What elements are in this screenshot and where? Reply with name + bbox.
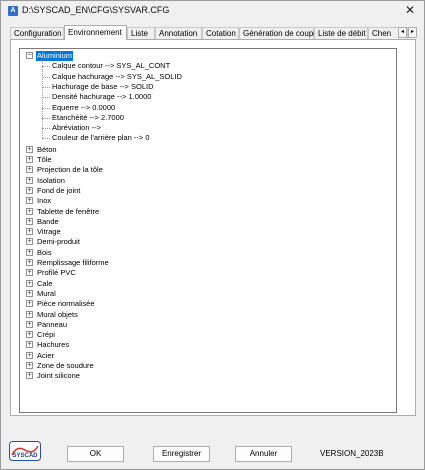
tree-connector-line	[42, 117, 50, 119]
tree-node-label: Vitrage	[37, 227, 61, 237]
tree-connector-line	[42, 128, 50, 130]
tree-node-label: Demi-produit	[37, 237, 80, 247]
expand-icon[interactable]: +	[26, 156, 33, 163]
expand-icon[interactable]: +	[26, 341, 33, 349]
dialog-window: A D:\SYSCAD_EN\CFG\SYSVAR.CFG ✕ Configur…	[0, 0, 425, 470]
tab-strip: Configuration Environnement Liste Annotatio…	[10, 25, 416, 40]
tree-connector-line	[42, 107, 50, 109]
expand-icon[interactable]: +	[26, 362, 33, 369]
expand-icon[interactable]: +	[26, 145, 33, 153]
tab-scroll-left-button[interactable]: ◂	[398, 27, 407, 38]
tree-node-label: Hachures	[37, 340, 70, 350]
tree-connector-line	[42, 76, 50, 78]
expand-icon[interactable]: +	[26, 248, 33, 256]
tree-node-label: Remplissage filiforme	[37, 258, 109, 267]
expand-icon[interactable]: +	[26, 269, 33, 277]
close-button[interactable]: ✕	[403, 3, 417, 17]
expand-icon[interactable]: +	[26, 372, 33, 380]
tree-leaf-property[interactable]: Abréviation -->	[52, 123, 101, 133]
material-tree[interactable]: − Aluminium Calque contour --> SYS_AL_CONT…	[19, 48, 397, 413]
title-bar: A D:\SYSCAD_EN\CFG\SYSVAR.CFG ✕	[1, 1, 424, 21]
expand-icon[interactable]: +	[26, 217, 33, 225]
tree-node-label: Joint silicone	[37, 371, 80, 381]
tree-connector-line	[42, 138, 50, 140]
app-icon: A	[8, 6, 18, 16]
tree-node-label: Mural	[37, 288, 56, 298]
expand-icon[interactable]: +	[26, 238, 33, 246]
expand-icon[interactable]: +	[26, 207, 33, 215]
tree-node-label: Pièce normalisée	[37, 299, 95, 309]
expand-icon[interactable]: +	[26, 259, 33, 266]
expand-icon[interactable]: +	[26, 176, 33, 184]
expand-icon[interactable]: +	[26, 197, 33, 205]
tree-node-label: Tôle	[37, 155, 52, 164]
tree-node-label: Mural objets	[37, 309, 78, 319]
tree-node-label: Bois	[37, 247, 52, 257]
window-title: D:\SYSCAD_EN\CFG\SYSVAR.CFG	[22, 5, 170, 15]
tree-node-label: Isolation	[37, 175, 65, 185]
expand-icon[interactable]: +	[26, 351, 33, 359]
expand-icon[interactable]: +	[26, 186, 33, 194]
tree-connector-line	[42, 97, 50, 99]
expand-icon[interactable]: +	[26, 310, 33, 318]
save-button[interactable]: Enregistrer	[153, 446, 210, 462]
tree-connector-line	[42, 60, 43, 139]
expand-icon[interactable]: +	[26, 331, 33, 339]
ok-button[interactable]: OK	[67, 446, 124, 462]
tree-node-label: Panneau	[37, 319, 68, 329]
tab-scroll-right-button[interactable]: ▸	[408, 27, 417, 38]
tree-leaf-property[interactable]: Etanchéité --> 2.7000	[52, 113, 124, 123]
logo-text: SYSCAD	[12, 453, 38, 459]
expand-icon[interactable]: +	[26, 166, 33, 174]
tree-leaf-property[interactable]: Calque contour --> SYS_AL_CONT	[52, 61, 170, 71]
tree-node-label: Projection de la tôle	[37, 165, 103, 175]
tree-node-label: Béton	[37, 144, 57, 154]
tree-node-label: Inox	[37, 196, 52, 206]
expand-icon[interactable]: +	[26, 289, 33, 297]
tree-node-label: Crépi	[37, 330, 55, 340]
tree-leaf-property[interactable]: Calque hachurage --> SYS_AL_SOLID	[52, 72, 182, 82]
expand-icon[interactable]: +	[26, 300, 33, 308]
tree-node-label: Acier	[37, 350, 55, 360]
tree-leaf-property[interactable]: Hachurage de base --> SOLID	[52, 82, 154, 92]
tree-leaf-property[interactable]: Densité hachurage --> 1.0000	[52, 92, 151, 102]
expand-icon[interactable]: +	[26, 228, 33, 236]
expand-icon[interactable]: +	[26, 279, 33, 287]
tree-node-label: Profilé PVC	[37, 268, 76, 278]
tree-connector-line	[42, 86, 50, 88]
cancel-button[interactable]: Annuler	[235, 446, 292, 462]
syscad-logo: SYSCAD	[9, 441, 41, 461]
tree-leaf-property[interactable]: Equerre --> 0.0000	[52, 103, 115, 113]
collapse-icon[interactable]: −	[26, 52, 33, 59]
tree-connector-line	[42, 66, 50, 68]
tree-node-label: Tablette de fenêtre	[37, 206, 100, 216]
tab-1[interactable]: Environnement	[64, 25, 127, 40]
tree-node-label: Zone de soudure	[37, 361, 94, 370]
tree-node-label: Cale	[37, 278, 53, 288]
tree-node-label: Fond de joint	[37, 185, 81, 195]
expand-icon[interactable]: +	[26, 320, 33, 328]
tree-leaf-property[interactable]: Couleur de l'arrière plan --> 0	[52, 133, 150, 143]
tree-node-label: Bande	[37, 216, 59, 226]
version-label: VERSION_2023B	[320, 449, 384, 458]
